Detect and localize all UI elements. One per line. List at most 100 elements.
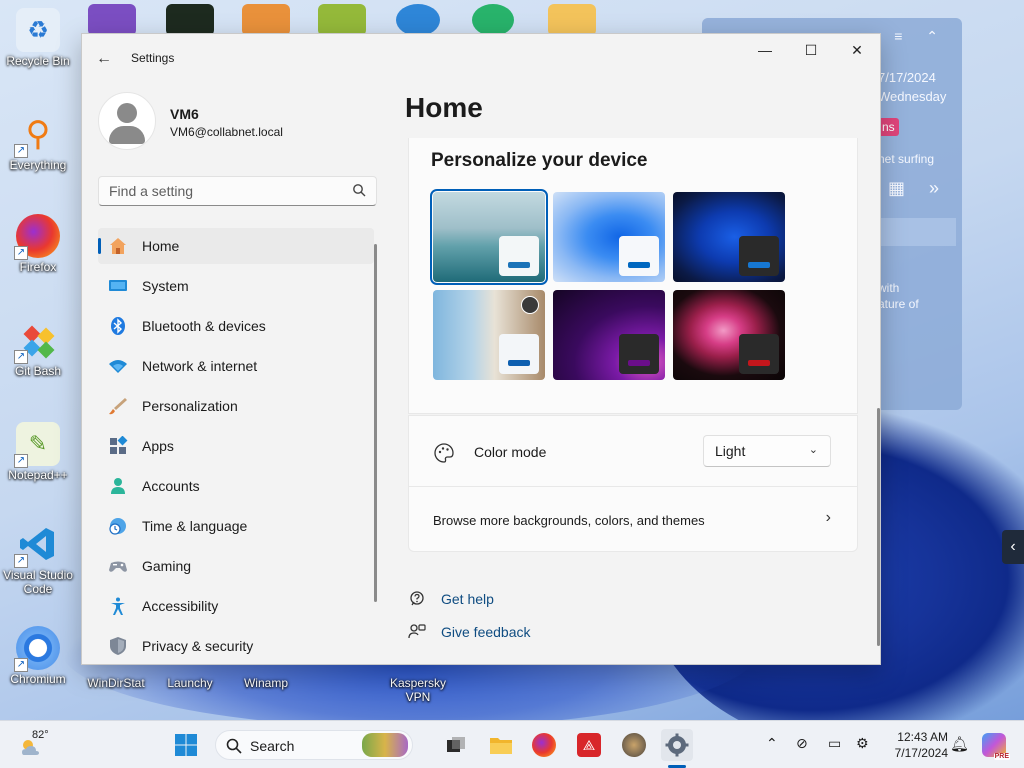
avatar[interactable] [98,92,156,150]
palette-icon [434,443,454,463]
minimize-button[interactable]: — [742,34,788,66]
settings-gear-icon[interactable] [661,729,693,761]
widget-text: net surfing [878,152,935,166]
copilot-icon[interactable]: PRE [978,729,1010,761]
settings-search-box[interactable] [98,176,377,206]
display-icon[interactable]: ▭ [828,735,841,752]
taskbar-search[interactable]: Search [215,730,413,760]
sidebar-item-network[interactable]: Network & internet [98,348,374,384]
desktop-icon-kaspersky-vpn[interactable]: Kaspersky VPN [386,676,450,704]
app-title: Settings [131,51,175,65]
desktop-icon-vscode[interactable]: ↗ Visual Studio Code [0,522,76,596]
task-view-icon[interactable] [440,729,472,761]
sidebar-item-accounts[interactable]: Accounts [98,468,374,504]
side-panel-chevron-icon[interactable]: ‹ [1002,530,1024,564]
accessibility-icon [108,596,128,616]
sidebar-item-accessibility[interactable]: Accessibility [98,588,374,624]
theme-thumbnail-4[interactable] [433,290,545,380]
sidebar-item-system[interactable]: System [98,268,374,304]
desktop-icon-label: Everything [9,158,67,172]
weather-widget[interactable]: 82° [18,729,78,761]
sidebar-item-privacy[interactable]: Privacy & security [98,628,374,664]
vs-icon[interactable] [88,4,136,36]
desktop-icon-windirstat[interactable]: WinDirStat [84,676,148,690]
browse-themes-row[interactable]: Browse more backgrounds, colors, and the… [408,486,858,552]
money-app-icon[interactable] [318,4,366,36]
chevron-down-icon: ⌄ [808,444,818,456]
desktop-icon-git-bash[interactable]: ↗ Git Bash [0,318,76,378]
color-mode-row: Color mode Light ⌄ [408,415,858,487]
app-globe-icon[interactable] [618,729,650,761]
desktop-icon-label: Notepad++ [8,468,68,482]
theme-preview-window [619,236,659,276]
shield-app-icon[interactable] [472,4,514,36]
sidebar-item-label: Time & language [142,518,248,534]
theme-preview-window [499,334,539,374]
widget-calculator-icon[interactable]: ▦» [888,178,963,199]
sidebar-item-gaming[interactable]: Gaming [98,548,374,584]
terminal-app-icon[interactable] [166,4,214,36]
avatar-body [109,126,145,144]
chevron-up-icon[interactable]: ⌃ [766,735,778,752]
desktop-icon-notepadpp[interactable]: ✎ ↗ Notepad++ [0,422,76,482]
weather-temperature: 82° [32,729,49,741]
widget-bar [878,218,956,246]
theme-thumbnail-5[interactable] [553,290,665,380]
sidebar-item-apps[interactable]: Apps [98,428,374,464]
theme-preview-window [739,236,779,276]
get-help-label: Get help [441,591,494,607]
widget-date: 7/17/2024 Wednesday [878,68,946,106]
accounts-icon [108,476,128,496]
search-icon[interactable] [352,183,366,197]
theme-accent-swatch [748,262,770,268]
desktop-icon-everything[interactable]: ⚲ ↗ Everything [0,112,76,172]
media-app-icon[interactable] [242,4,290,36]
theme-preview-window [739,334,779,374]
sidebar-scrollbar[interactable] [374,244,377,602]
give-feedback-label: Give feedback [441,624,531,640]
desktop-icon-launchy[interactable]: Launchy [160,676,220,690]
sidebar-item-home[interactable]: Home [98,228,374,264]
sidebar-item-label: Home [142,238,180,254]
widget-line: ature of [878,297,919,311]
bell-icon[interactable]: 🔔︎ [950,735,969,753]
theme-thumbnail-2[interactable] [553,192,665,282]
volume-icon[interactable]: ⚙ [856,735,869,752]
content-scrollbar[interactable] [877,408,880,646]
maximize-button[interactable]: ☐ [788,34,834,66]
desktop-icon-winamp[interactable]: Winamp [236,676,296,690]
back-arrow-icon[interactable]: ← [94,50,114,68]
widget-text-2: with ature of [878,280,919,312]
wifi-icon [108,356,128,376]
desktop-icon-firefox[interactable]: ↗ Firefox [0,214,76,274]
search-input[interactable] [99,177,339,205]
title-bar[interactable]: ← Settings — ☐ ✕ [82,34,880,82]
settings-window[interactable]: ← Settings — ☐ ✕ VM6 VM6@collabnet.local… [81,33,881,665]
desktop-icon-chromium[interactable]: ↗ Chromium [0,626,76,686]
network-status-icon[interactable]: ⊘ [796,735,808,752]
folder-app-icon[interactable] [548,4,596,36]
theme-slideshow-icon [521,296,539,314]
start-button[interactable] [170,729,202,761]
system-clock[interactable]: 12:43 AM 7/17/2024 [880,729,948,761]
close-button[interactable]: ✕ [834,34,880,66]
widget-menu-icons[interactable]: ≡ ⌃ [894,28,948,45]
sidebar-nav: Home System Bluetooth & devices Network … [98,228,374,664]
browser-app-icon[interactable] [396,4,440,36]
theme-accent-swatch [628,262,650,268]
sidebar-item-bluetooth[interactable]: Bluetooth & devices [98,308,374,344]
theme-preview-window [619,334,659,374]
file-explorer-icon[interactable] [485,729,517,761]
firefox-taskbar-icon[interactable] [528,729,560,761]
desktop-icon-recycle-bin[interactable]: ♻ Recycle Bin [0,8,76,68]
acrobat-icon[interactable]: ⟁ [573,729,605,761]
sidebar-item-label: Personalization [142,398,238,414]
copilot-pre-badge: PRE [993,753,1010,760]
page-title: Home [405,92,483,123]
sidebar-item-time-language[interactable]: Time & language [98,508,374,544]
theme-thumbnail-3[interactable] [673,192,785,282]
color-mode-dropdown[interactable]: Light ⌄ [703,435,831,467]
sidebar-item-personalization[interactable]: Personalization [98,388,374,424]
theme-thumbnail-1[interactable] [430,189,548,285]
theme-thumbnail-6[interactable] [673,290,785,380]
